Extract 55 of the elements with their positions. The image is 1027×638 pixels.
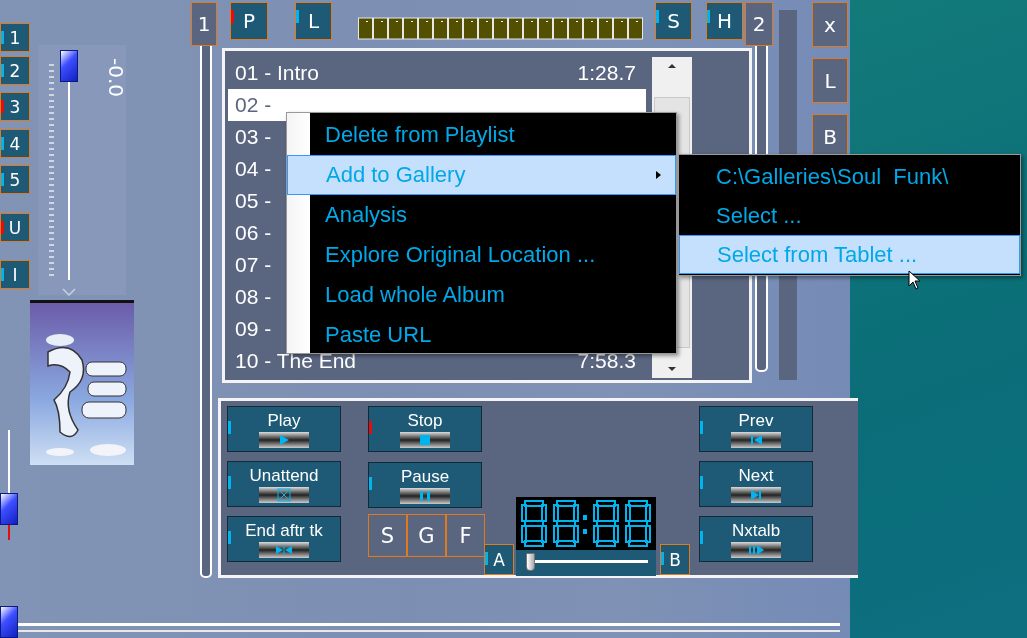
loop-start-button[interactable]: A xyxy=(484,544,514,575)
mode-button[interactable]: G xyxy=(407,514,446,557)
transport-button[interactable]: Prev xyxy=(699,406,813,452)
track-title: 01 - Intro xyxy=(235,61,320,85)
preset-button[interactable]: U xyxy=(0,213,30,242)
toggle-button[interactable]: H xyxy=(706,2,743,40)
deck-button[interactable]: 1 xyxy=(191,2,217,46)
scroll-down-icon[interactable] xyxy=(667,366,677,372)
track-title: 06 - xyxy=(235,221,272,245)
track-duration: 1:28.7 xyxy=(577,61,636,85)
transport-button[interactable]: Stop xyxy=(368,406,482,452)
scroll-up-icon[interactable] xyxy=(667,63,677,69)
side-button[interactable]: x xyxy=(812,2,848,47)
chevron-down-icon xyxy=(62,288,76,296)
preset-button[interactable]: 4 xyxy=(0,129,30,158)
end-icon xyxy=(259,542,309,558)
menu-item[interactable]: Select ... xyxy=(679,196,1020,235)
menu-item[interactable]: Explore Original Location ... xyxy=(287,235,676,275)
menu-item[interactable]: C:\Galleries\Soul Funk\ xyxy=(679,157,1020,196)
transport-button[interactable]: Play xyxy=(227,406,341,452)
transport-button[interactable]: Next xyxy=(699,461,813,507)
mode-button[interactable]: F xyxy=(446,514,485,557)
transport-button[interactable]: Unattend xyxy=(227,461,341,507)
menu-item[interactable]: Analysis xyxy=(287,195,676,235)
slider-thumb[interactable] xyxy=(0,493,18,525)
loop-end-button[interactable]: B xyxy=(660,544,690,575)
pause-icon xyxy=(400,488,450,504)
deck-button[interactable]: 2 xyxy=(745,2,773,46)
transport-button[interactable]: Nxtalb xyxy=(699,516,813,562)
transport-button[interactable]: End aftr tk xyxy=(227,516,341,562)
preset-button[interactable]: 1 xyxy=(0,23,30,52)
slider-thumb[interactable] xyxy=(60,50,78,82)
slider-thumb[interactable] xyxy=(526,553,535,571)
toggle-button[interactable]: P xyxy=(230,2,268,40)
unattend-icon xyxy=(259,487,309,503)
slider-thumb[interactable] xyxy=(0,606,18,638)
seek-slider[interactable] xyxy=(516,550,656,576)
nxtalb-icon xyxy=(731,542,781,558)
preset-button[interactable]: I xyxy=(0,260,30,289)
side-button[interactable]: L xyxy=(812,58,848,103)
track-title: 02 - xyxy=(235,93,272,117)
next-icon xyxy=(731,487,781,503)
toggle-button[interactable]: L xyxy=(295,2,332,40)
menu-item[interactable]: Load whole Album xyxy=(287,275,676,315)
playlist-row[interactable]: 01 - Intro 1:28.7 xyxy=(228,57,646,89)
prev-icon xyxy=(731,432,781,448)
volume-reading: -0.0 xyxy=(104,58,128,98)
play-icon xyxy=(259,432,309,448)
stop-icon xyxy=(400,432,450,448)
preset-button[interactable]: 5 xyxy=(0,165,30,194)
preset-button[interactable]: 3 xyxy=(0,92,30,121)
toggle-button[interactable]: S xyxy=(655,2,692,40)
transport-button[interactable]: Pause xyxy=(368,462,482,508)
preset-button[interactable]: 2 xyxy=(0,56,30,85)
mode-button[interactable]: S xyxy=(368,514,407,557)
